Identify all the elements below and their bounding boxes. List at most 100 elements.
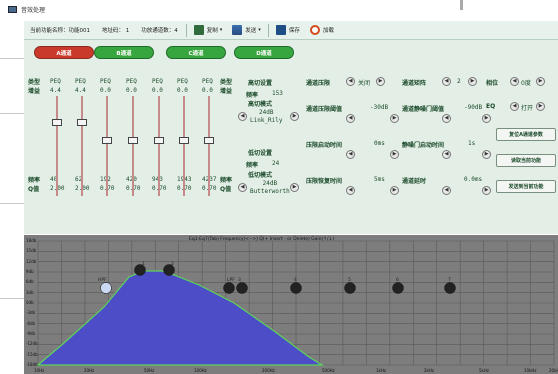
save-label: 保存 (288, 28, 300, 34)
save-button[interactable]: 保存 (271, 25, 305, 35)
eq-state: 打开 (521, 105, 534, 112)
band-1-gain: 4.4 (50, 87, 61, 94)
gate-attack-next-button[interactable]: ▶ (482, 150, 491, 159)
channel-b-button[interactable]: B通道 (94, 46, 154, 59)
function-name: 当前功能名称：功能001 (30, 28, 90, 34)
threshold-prev-button[interactable]: ◀ (346, 114, 355, 123)
eq-control-point[interactable] (290, 282, 302, 294)
slider-track (208, 96, 210, 196)
lowcut-mode-value: 24dB Butterworth (250, 180, 290, 195)
y-tick-label: -15db (26, 351, 38, 357)
band-2-type: PEQ (75, 78, 86, 85)
band-1-gain-slider[interactable] (52, 96, 62, 196)
reset-channel-button[interactable]: 复位A通道参数 (496, 128, 556, 141)
slider-thumb[interactable] (102, 137, 112, 144)
channel-c-button[interactable]: C通道 (166, 46, 226, 59)
divider (185, 23, 187, 37)
lowcut-freq-value[interactable]: 24 (272, 160, 279, 167)
y-tick-label: -18db (26, 362, 38, 367)
delay-prev-button[interactable]: ◀ (442, 186, 451, 195)
slider-thumb[interactable] (179, 137, 189, 144)
band-4-type: PEQ (126, 78, 137, 85)
control-point-label: HPF (98, 278, 107, 283)
slider-thumb[interactable] (204, 137, 214, 144)
send-function-button[interactable]: 发送到当前功能 (496, 180, 556, 193)
x-tick-label: 2kHz (424, 368, 434, 373)
divider (460, 0, 463, 10)
eq-response-graph[interactable]: Eq1-Eq7(Tab) Frequency(<-->) Q(+ Insert … (24, 235, 558, 374)
band-5-type: PEQ (152, 78, 163, 85)
channel-d-button[interactable]: D通道 (234, 46, 294, 59)
phase-value: 0度 (521, 80, 531, 87)
eq-control-point[interactable] (392, 282, 404, 294)
threshold-next-button[interactable]: ▶ (390, 114, 399, 123)
band-7-gain-slider[interactable] (204, 96, 214, 196)
gate-threshold-prev-button[interactable]: ◀ (442, 114, 451, 123)
lowcut-next-button[interactable]: ▶ (290, 183, 299, 192)
release-value: 5ms (374, 176, 385, 183)
gate-attack-prev-button[interactable]: ◀ (442, 150, 451, 159)
window-title: 音效处理 (21, 6, 46, 14)
attack-prev-button[interactable]: ◀ (346, 150, 355, 159)
gate-attack-value: 1s (468, 140, 476, 147)
threshold-label: 通道压限阈值 (306, 106, 343, 113)
release-next-button[interactable]: ▶ (390, 186, 399, 195)
eq-control-point[interactable] (100, 282, 112, 294)
x-tick-label: 200Hz (262, 368, 275, 373)
band-5-gain: 0.0 (152, 87, 163, 94)
channel-a-button[interactable]: A通道 (34, 46, 94, 59)
eq-switch-label: EQ (486, 103, 496, 110)
eq-next-button[interactable]: ▶ (536, 102, 545, 111)
x-tick-label: 100Hz (194, 368, 207, 373)
control-point-label: 5 (348, 278, 351, 283)
copy-button[interactable]: 复制 ▾ (189, 25, 228, 35)
eq-control-point[interactable] (223, 282, 235, 294)
band-4-gain: 0.0 (126, 87, 137, 94)
eq-curve-canvas[interactable] (24, 235, 558, 374)
slider-thumb[interactable] (77, 118, 87, 126)
compressor-next-button[interactable]: ▶ (376, 77, 385, 86)
y-tick-label: -6db (26, 320, 36, 326)
chevron-down-icon: ▾ (258, 27, 261, 33)
load-button[interactable]: 加载 (305, 25, 339, 35)
control-point-label: 4 (294, 278, 297, 283)
highcut-prev-button[interactable]: ◀ (238, 112, 247, 121)
compressor-prev-button[interactable]: ◀ (346, 77, 355, 86)
control-point-label: LPF (227, 278, 235, 283)
phase-prev-button[interactable]: ◀ (510, 77, 519, 86)
band-2-gain-slider[interactable] (77, 96, 87, 196)
window-titlebar[interactable]: 音效处理 (0, 0, 558, 18)
attack-next-button[interactable]: ▶ (390, 150, 399, 159)
compressor-label: 通道压限 (306, 80, 331, 87)
eq-prev-button[interactable]: ◀ (510, 102, 519, 111)
release-prev-button[interactable]: ◀ (346, 186, 355, 195)
band-4-gain-slider[interactable] (128, 96, 138, 196)
y-tick-label: 12db (26, 258, 37, 264)
phase-next-button[interactable]: ▶ (536, 77, 545, 86)
matrix-prev-button[interactable]: ◀ (442, 77, 451, 86)
slider-thumb[interactable] (52, 118, 62, 126)
attack-value: 0ms (374, 140, 385, 147)
y-tick-label: 15db (26, 248, 37, 254)
send-icon (232, 25, 243, 35)
band-6-gain: 0.0 (177, 87, 188, 94)
copy-icon (193, 25, 204, 35)
eq-control-point[interactable] (344, 282, 356, 294)
highcut-freq-value[interactable]: 153 (272, 90, 283, 97)
delay-next-button[interactable]: ▶ (482, 186, 491, 195)
band-6-gain-slider[interactable] (179, 96, 189, 196)
slider-thumb[interactable] (154, 137, 164, 144)
y-tick-label: 3db (26, 289, 34, 295)
gate-threshold-next-button[interactable]: ▶ (482, 114, 491, 123)
band-3-gain-slider[interactable] (102, 96, 112, 196)
eq-control-point[interactable] (236, 282, 248, 294)
y-tick-label: -9db (26, 331, 36, 336)
highcut-next-button[interactable]: ▶ (290, 112, 299, 121)
eq-control-point[interactable] (444, 282, 456, 294)
send-button[interactable]: 发送 ▾ (227, 25, 266, 35)
read-function-button[interactable]: 读取当前功能 (496, 154, 556, 167)
lowcut-prev-button[interactable]: ◀ (238, 183, 247, 192)
matrix-next-button[interactable]: ▶ (468, 77, 477, 86)
band-5-gain-slider[interactable] (154, 96, 164, 196)
slider-thumb[interactable] (128, 137, 138, 144)
